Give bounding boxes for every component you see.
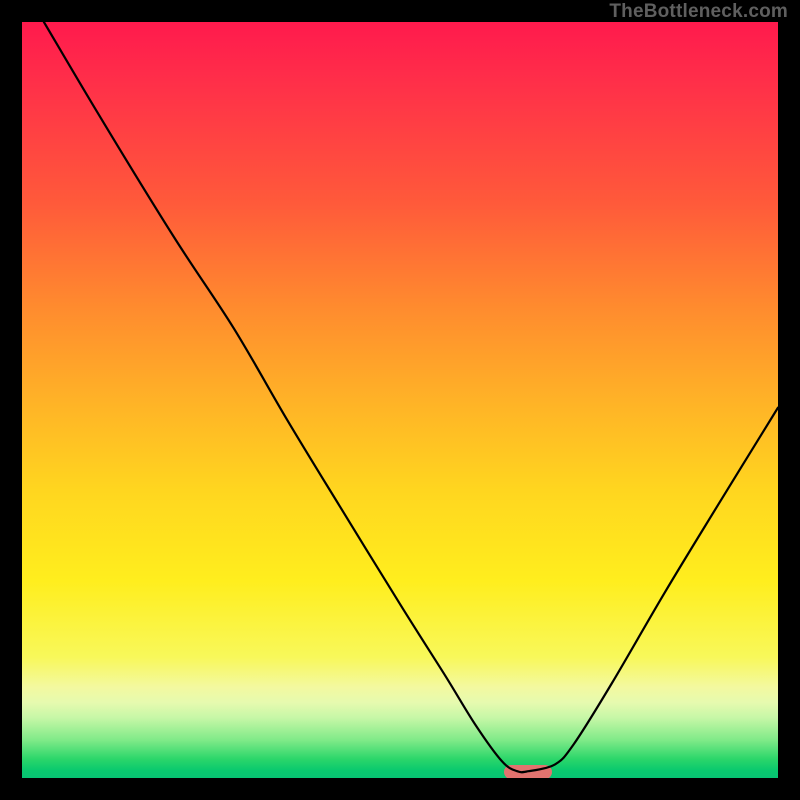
chart-frame: TheBottleneck.com xyxy=(0,0,800,800)
bottleneck-curve xyxy=(22,22,778,778)
curve-path xyxy=(44,22,778,772)
attribution-text: TheBottleneck.com xyxy=(609,1,788,23)
plot-area xyxy=(22,22,778,778)
